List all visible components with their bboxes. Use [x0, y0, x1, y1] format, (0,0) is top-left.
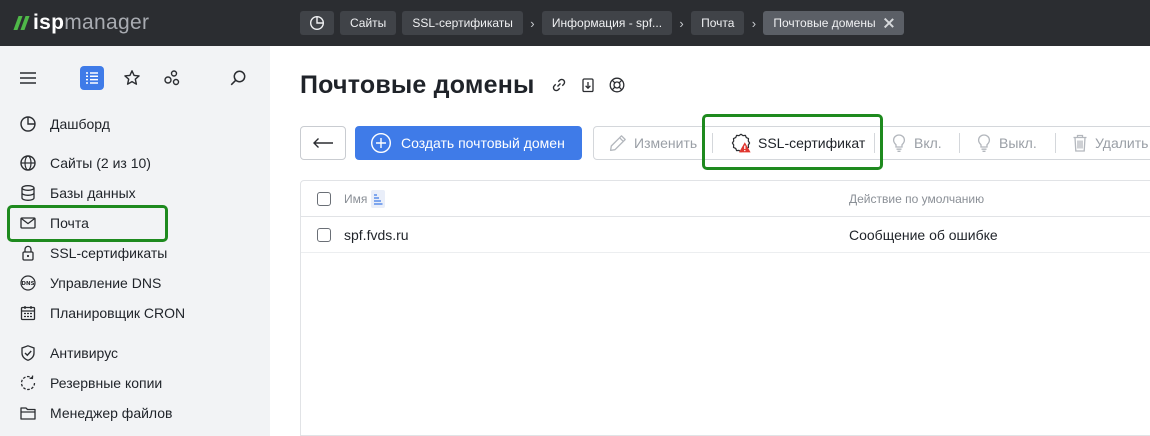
- search-icon[interactable]: [226, 66, 250, 90]
- ssl-certificate-button[interactable]: SSL-сертификат: [730, 127, 865, 159]
- sidebar-item-label: Антивирус: [50, 345, 119, 361]
- breadcrumb-info[interactable]: Информация - spf...: [541, 11, 673, 35]
- sidebar-item-databases[interactable]: Базы данных: [18, 179, 136, 207]
- column-header-name-label: Имя: [344, 192, 368, 206]
- create-mail-domain-label: Создать почтовый домен: [401, 135, 565, 151]
- sidebar-item-label: Сайты (2 из 10): [50, 155, 151, 171]
- star-icon[interactable]: [120, 66, 144, 90]
- title-actions: [549, 75, 627, 95]
- column-header-name[interactable]: Имя: [344, 181, 386, 217]
- sidebar-item-sites[interactable]: Сайты (2 из 10): [18, 149, 151, 177]
- sidebar-item-label: Управление DNS: [50, 275, 162, 291]
- breadcrumb-sites[interactable]: Сайты: [340, 11, 397, 35]
- sidebar-item-backups[interactable]: Резервные копии: [18, 369, 162, 397]
- close-icon[interactable]: [884, 18, 894, 28]
- sidebar-item-label: SSL-сертификаты: [50, 245, 168, 261]
- column-header-default-action[interactable]: Действие по умолчанию: [849, 181, 984, 217]
- logo-text-manager: manager: [64, 11, 150, 34]
- sidebar-item-label: Почта: [50, 215, 89, 231]
- mail-icon: [18, 213, 38, 233]
- logo[interactable]: ispmanager: [13, 10, 150, 36]
- certificate-warning-icon: [731, 133, 751, 153]
- help-icon[interactable]: [607, 75, 627, 95]
- back-button[interactable]: [300, 126, 346, 160]
- table-row[interactable]: spf.fvds.ru Сообщение об ошибке: [301, 217, 1150, 253]
- breadcrumb-separator-icon: ›: [751, 15, 757, 31]
- sidebar-item-mail[interactable]: Почта: [18, 209, 89, 237]
- lightbulb-off-icon: [977, 134, 991, 152]
- breadcrumb-separator-icon: ›: [530, 15, 535, 31]
- sidebar-item-cron[interactable]: Планировщик CRON: [18, 299, 185, 327]
- calendar-icon: [18, 303, 38, 323]
- sidebar-item-label: Базы данных: [50, 185, 136, 201]
- delete-button[interactable]: Удалить: [1071, 127, 1148, 159]
- breadcrumb-ssl[interactable]: SSL-сертификаты: [402, 11, 523, 35]
- cell-domain-name: spf.fvds.ru: [344, 227, 409, 243]
- breadcrumb-mail-domains-label: Почтовые домены: [773, 16, 876, 30]
- menu-icon[interactable]: [16, 66, 40, 90]
- delete-label: Удалить: [1095, 135, 1149, 151]
- folder-icon: [18, 403, 38, 423]
- disable-label: Выкл.: [999, 135, 1037, 151]
- svg-text:DNS: DNS: [21, 281, 34, 287]
- breadcrumb-mail-domains[interactable]: Почтовые домены: [763, 11, 904, 35]
- breadcrumb-home[interactable]: [300, 11, 334, 35]
- sidebar-item-ssl-certificates[interactable]: SSL-сертификаты: [18, 239, 167, 267]
- edit-label: Изменить: [634, 135, 698, 151]
- table-header: Имя Действие по умолчанию: [301, 181, 1150, 217]
- logo-mark-icon: [13, 16, 33, 30]
- enable-label: Вкл.: [914, 135, 942, 151]
- sort-icon[interactable]: [371, 190, 386, 208]
- sidebar-item-file-manager[interactable]: Менеджер файлов: [18, 399, 173, 427]
- sidebar-item-antivirus[interactable]: Антивирус: [18, 339, 118, 367]
- list-view-icon[interactable]: [80, 66, 104, 90]
- sidebar-item-label: Резервные копии: [50, 375, 163, 391]
- trash-icon: [1073, 134, 1087, 152]
- lightbulb-on-icon: [892, 134, 906, 152]
- breadcrumb: Сайты SSL-сертификаты › Информация - spf…: [300, 11, 904, 35]
- breadcrumb-separator-icon: ›: [679, 15, 684, 31]
- disable-button[interactable]: Выкл.: [975, 127, 1037, 159]
- sidebar-item-label: Менеджер файлов: [50, 405, 173, 421]
- pencil-icon: [609, 135, 626, 152]
- shield-icon: [18, 343, 38, 363]
- dashboard-icon: [18, 114, 38, 134]
- page-title: Почтовые домены: [300, 71, 535, 99]
- select-all-checkbox[interactable]: [317, 192, 331, 206]
- link-icon[interactable]: [549, 75, 569, 95]
- dns-icon: DNS: [18, 273, 38, 293]
- save-page-icon[interactable]: [578, 75, 598, 95]
- share-icon[interactable]: [160, 66, 184, 90]
- arrow-left-icon: [313, 138, 333, 148]
- lock-icon: [18, 243, 38, 263]
- plus-circle-icon: [370, 132, 392, 154]
- sidebar-item-label: Планировщик CRON: [50, 305, 186, 321]
- database-icon: [18, 183, 38, 203]
- ssl-certificate-label: SSL-сертификат: [758, 135, 866, 151]
- sidebar-item-dashboard[interactable]: Дашборд: [18, 110, 110, 138]
- dashboard-icon: [309, 15, 325, 31]
- row-checkbox[interactable]: [317, 228, 331, 242]
- edit-button[interactable]: Изменить: [608, 127, 697, 159]
- backup-icon: [18, 373, 38, 393]
- cell-default-action: Сообщение об ошибке: [849, 227, 998, 243]
- create-mail-domain-button[interactable]: Создать почтовый домен: [355, 126, 582, 160]
- enable-button[interactable]: Вкл.: [890, 127, 942, 159]
- breadcrumb-mail[interactable]: Почта: [691, 11, 745, 35]
- logo-text-isp: isp: [33, 11, 65, 34]
- top-bar: ispmanager Сайты SSL-сертификаты › Инфор…: [0, 0, 1150, 46]
- sidebar-toolbar: [0, 64, 270, 92]
- globe-icon: [18, 153, 38, 173]
- sidebar-item-dns[interactable]: DNS Управление DNS: [18, 269, 161, 297]
- mail-domains-table: Имя Действие по умолчанию spf.fvds.ru Со…: [300, 180, 1150, 436]
- action-toolbar: Изменить SSL-сертификат Вкл. Выкл. Удали…: [593, 126, 1150, 160]
- sidebar: Дашборд Сайты (2 из 10) Базы данных Почт…: [0, 46, 270, 436]
- sidebar-item-label: Дашборд: [50, 116, 110, 132]
